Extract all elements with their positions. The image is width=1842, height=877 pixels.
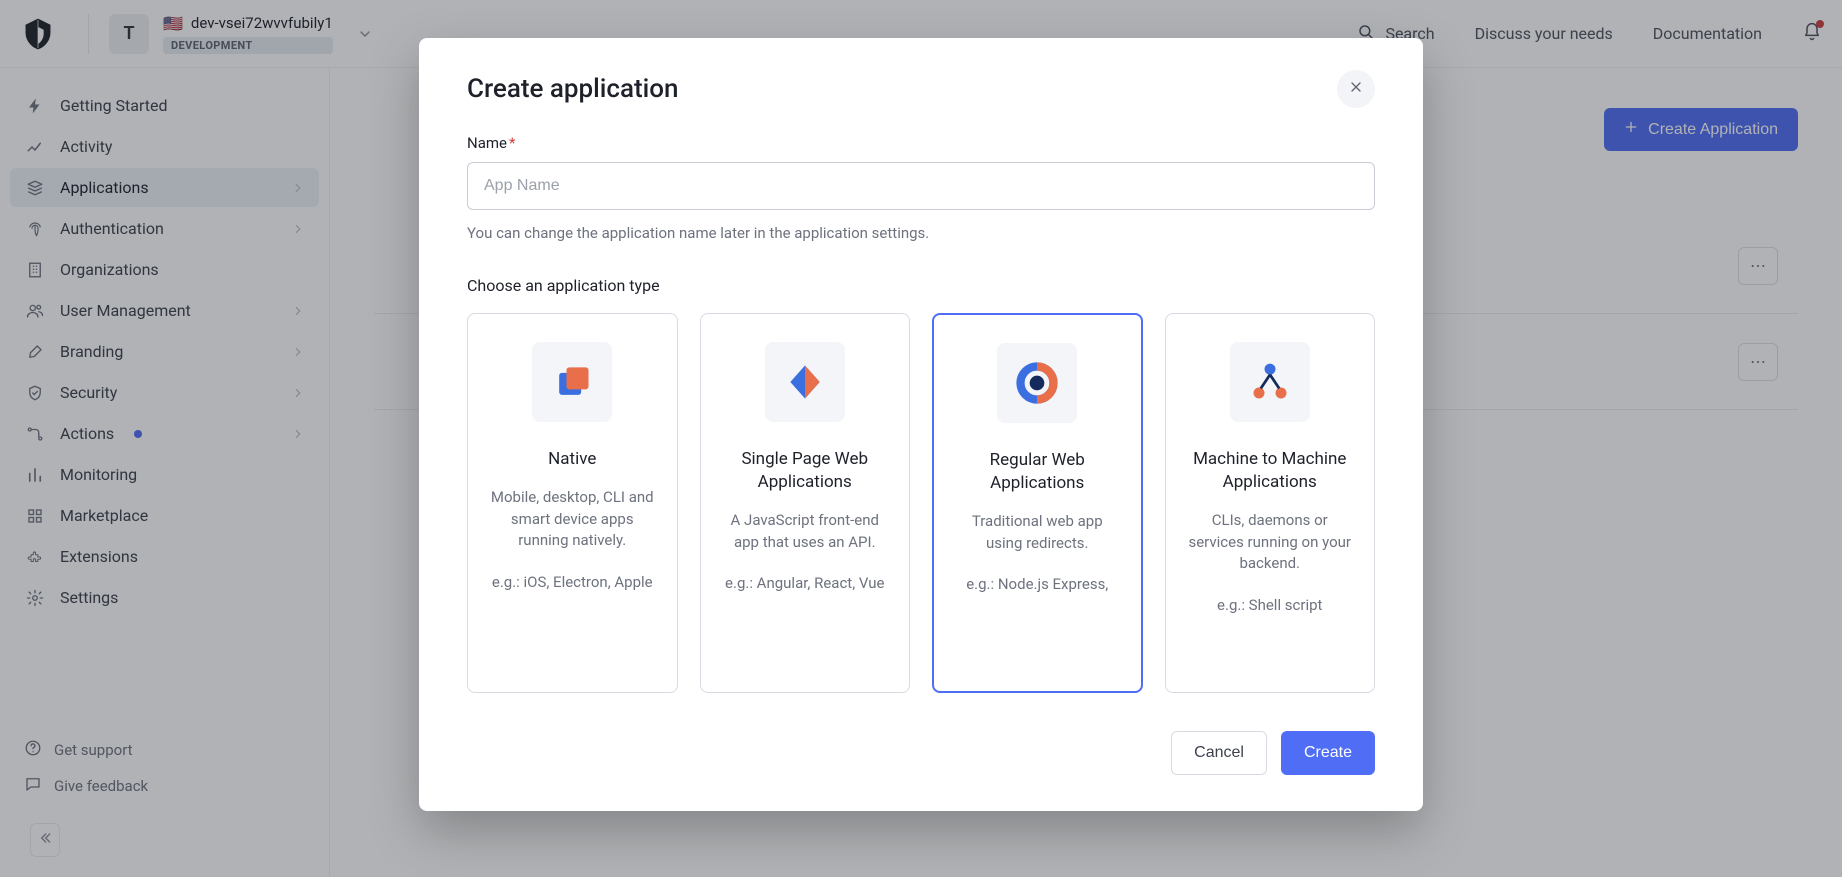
app-type-example: e.g.: iOS, Electron, Apple bbox=[492, 572, 653, 594]
app-type-grid: Native Mobile, desktop, CLI and smart dev… bbox=[467, 313, 1375, 703]
app-type-icon bbox=[532, 342, 612, 422]
required-marker: * bbox=[509, 134, 515, 152]
app-type-example: e.g.: Shell script bbox=[1217, 595, 1322, 617]
app-type-description: CLIs, daemons or services running on you… bbox=[1184, 510, 1357, 575]
close-icon bbox=[1348, 79, 1364, 99]
app-type-card-spa[interactable]: Single Page Web Applications A JavaScript… bbox=[700, 313, 911, 693]
app-type-card-native[interactable]: Native Mobile, desktop, CLI and smart dev… bbox=[467, 313, 678, 693]
app-type-description: Mobile, desktop, CLI and smart device ap… bbox=[486, 487, 659, 552]
modal-footer: Cancel Create bbox=[419, 703, 1423, 811]
modal-overlay[interactable]: Create application Name* You can change … bbox=[0, 0, 1842, 877]
app-type-title: Regular Web Applications bbox=[952, 449, 1123, 495]
create-button[interactable]: Create bbox=[1281, 731, 1375, 775]
app-type-title: Single Page Web Applications bbox=[719, 448, 892, 494]
app-type-card-regular[interactable]: Regular Web Applications Traditional web … bbox=[932, 313, 1143, 693]
name-help-text: You can change the application name late… bbox=[467, 224, 1375, 242]
name-field-label: Name* bbox=[467, 134, 1375, 152]
app-type-section-label: Choose an application type bbox=[467, 276, 1375, 295]
create-application-modal: Create application Name* You can change … bbox=[419, 38, 1423, 811]
app-type-example: e.g.: Node.js Express, bbox=[966, 574, 1108, 596]
modal-title: Create application bbox=[467, 74, 679, 104]
app-type-card-m2m[interactable]: Machine to Machine Applications CLIs, dae… bbox=[1165, 313, 1376, 693]
modal-header: Create application bbox=[419, 38, 1423, 114]
app-type-description: Traditional web app using redirects. bbox=[952, 511, 1123, 555]
application-name-input[interactable] bbox=[467, 162, 1375, 210]
app-type-title: Native bbox=[548, 448, 596, 471]
app-type-description: A JavaScript front-end app that uses an … bbox=[719, 510, 892, 554]
cancel-button[interactable]: Cancel bbox=[1171, 731, 1267, 775]
app-type-title: Machine to Machine Applications bbox=[1184, 448, 1357, 494]
app-type-icon bbox=[997, 343, 1077, 423]
app-type-icon bbox=[765, 342, 845, 422]
app-type-icon bbox=[1230, 342, 1310, 422]
modal-close-button[interactable] bbox=[1337, 70, 1375, 108]
app-type-example: e.g.: Angular, React, Vue bbox=[725, 573, 884, 595]
modal-body: Name* You can change the application nam… bbox=[419, 114, 1423, 703]
